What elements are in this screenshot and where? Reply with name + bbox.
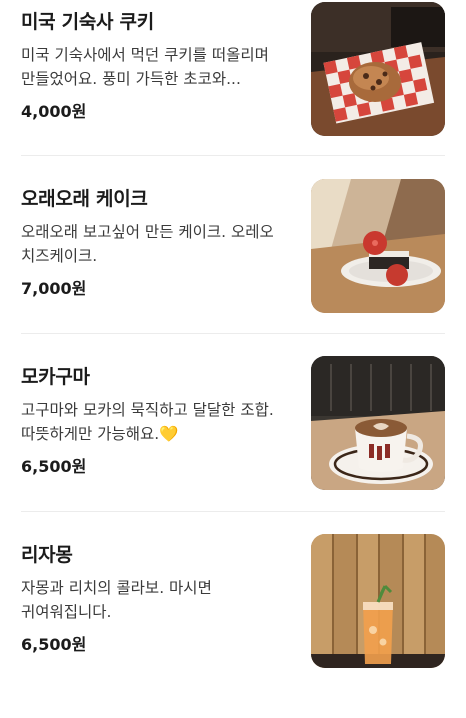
- menu-item-price: 6,500원: [21, 635, 87, 654]
- cake-photo[interactable]: [311, 179, 445, 313]
- menu-item-text: 미국 기숙사 쿠키 미국 기숙사에서 먹던 쿠키를 떠올리며 만들었어요. 풍미…: [21, 8, 291, 124]
- menu-item-text: 리자몽 자몽과 리치의 콜라보. 마시면 귀여워집니다. 6,500원: [21, 541, 291, 657]
- menu-item[interactable]: 모카구마 고구마와 모카의 묵직하고 달달한 조합. 따뜻하게만 가능해요.💛 …: [0, 356, 466, 540]
- cookie-image: [311, 2, 445, 136]
- menu-item-name: 미국 기숙사 쿠키: [21, 11, 154, 33]
- item-divider: [21, 155, 445, 156]
- menu-item[interactable]: 오래오래 케이크 오래오래 보고싶어 만든 케이크. 오레오 치즈케이크. 7,…: [0, 179, 466, 362]
- menu-item-price: 4,000원: [21, 102, 87, 121]
- iced-drink-image: [311, 534, 445, 668]
- menu-item-description: 자몽과 리치의 콜라보. 마시면 귀여워집니다.: [21, 579, 212, 621]
- menu-item-name: 모카구마: [21, 366, 90, 388]
- menu-list: 미국 기숙사 쿠키 미국 기숙사에서 먹던 쿠키를 떠올리며 만들었어요. 풍미…: [0, 0, 466, 677]
- menu-item-name: 오래오래 케이크: [21, 188, 148, 210]
- latte-image: [311, 356, 445, 490]
- menu-item-text: 모카구마 고구마와 모카의 묵직하고 달달한 조합. 따뜻하게만 가능해요.💛 …: [21, 363, 291, 479]
- cookie-photo[interactable]: [311, 2, 445, 136]
- menu-item-price: 7,000원: [21, 279, 87, 298]
- item-divider: [21, 333, 445, 334]
- menu-item[interactable]: 리자몽 자몽과 리치의 콜라보. 마시면 귀여워집니다. 6,500원: [0, 534, 466, 718]
- menu-item-text: 오래오래 케이크 오래오래 보고싶어 만든 케이크. 오레오 치즈케이크. 7,…: [21, 185, 291, 301]
- iced-drink-photo[interactable]: [311, 534, 445, 668]
- menu-item-description: 미국 기숙사에서 먹던 쿠키를 떠올리며 만들었어요. 풍미 가득한 초코와..…: [21, 46, 269, 88]
- menu-item[interactable]: 미국 기숙사 쿠키 미국 기숙사에서 먹던 쿠키를 떠올리며 만들었어요. 풍미…: [0, 2, 466, 185]
- menu-item-description: 오래오래 보고싶어 만든 케이크. 오레오 치즈케이크.: [21, 223, 274, 265]
- item-divider: [21, 511, 445, 512]
- menu-item-name: 리자몽: [21, 544, 73, 566]
- menu-item-price: 6,500원: [21, 457, 87, 476]
- cake-image: [311, 179, 445, 313]
- latte-photo[interactable]: [311, 356, 445, 490]
- menu-item-description: 고구마와 모카의 묵직하고 달달한 조합. 따뜻하게만 가능해요.💛: [21, 401, 274, 443]
